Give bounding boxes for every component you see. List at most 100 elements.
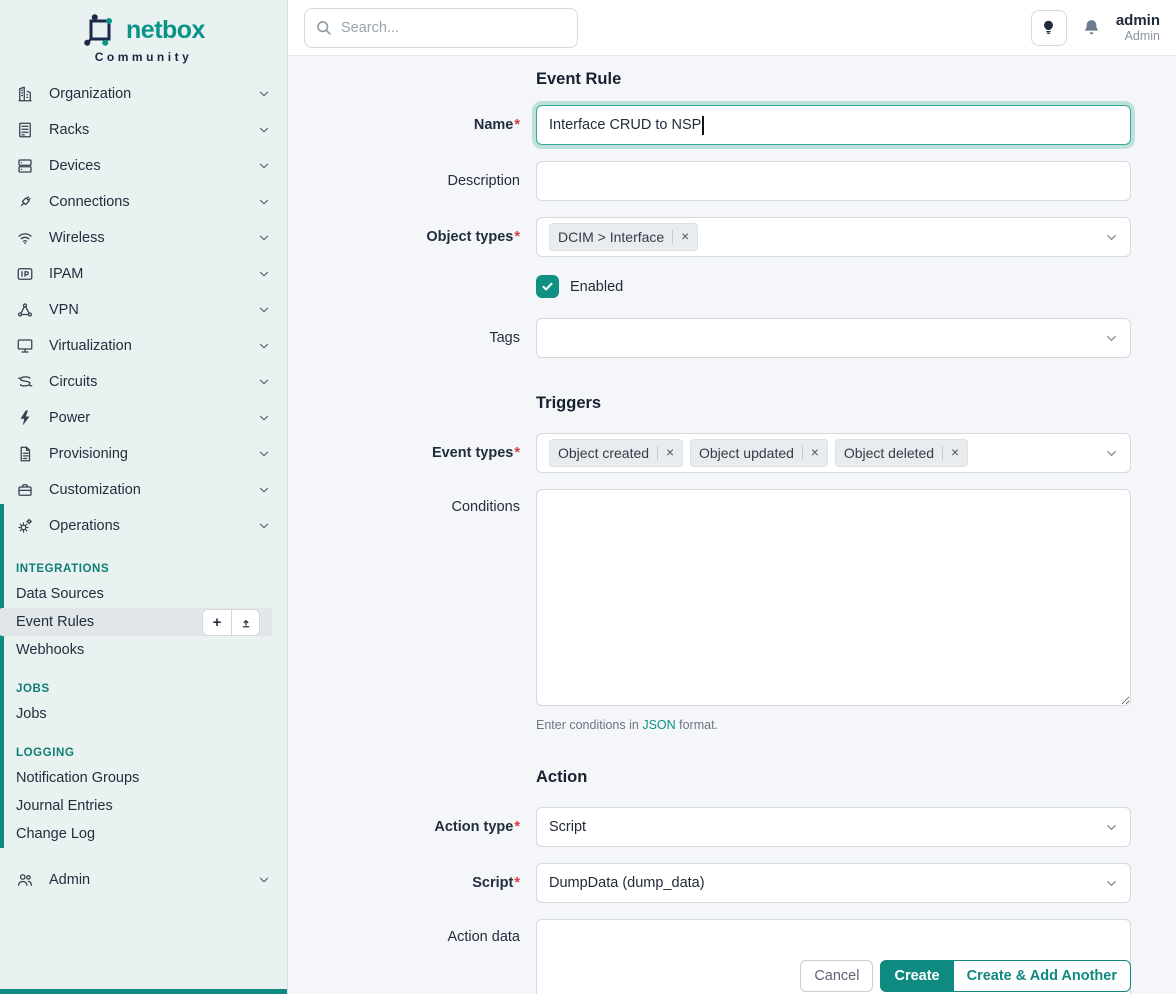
conditions-textarea[interactable] (536, 489, 1131, 706)
plus-icon: + (213, 614, 222, 631)
sub-item-label: Data Sources (16, 586, 104, 602)
remove-tag-icon[interactable]: × (657, 446, 674, 460)
remove-tag-icon[interactable]: × (802, 446, 819, 460)
sub-item-label: Webhooks (16, 642, 84, 658)
conditions-label: Conditions (288, 489, 520, 515)
sidebar-item-webhooks[interactable]: Webhooks (0, 636, 287, 664)
rack-icon (16, 120, 36, 140)
check-icon (540, 279, 555, 294)
cancel-button[interactable]: Cancel (800, 960, 873, 992)
sidebar-item-customization[interactable]: Customization (0, 472, 287, 508)
create-add-another-button[interactable]: Create & Add Another (954, 960, 1131, 992)
sidebar-item-label: VPN (49, 302, 257, 318)
sidebar-item-connections[interactable]: Connections (0, 184, 287, 220)
sidebar-item-change-log[interactable]: Change Log (0, 820, 287, 848)
tags-select[interactable] (536, 318, 1131, 358)
username: admin (1116, 12, 1160, 29)
user-menu[interactable]: admin Admin (1116, 12, 1160, 44)
remove-tag-icon[interactable]: × (672, 230, 689, 244)
section-header-jobs: JOBS (0, 678, 287, 700)
search-icon (314, 18, 333, 37)
enabled-checkbox[interactable] (536, 275, 559, 298)
chevron-down-icon (257, 159, 271, 173)
global-search (304, 8, 578, 48)
script-value: DumpData (dump_data) (549, 875, 705, 891)
sidebar-item-power[interactable]: Power (0, 400, 287, 436)
sidebar-item-event-rules[interactable]: Event Rules + (0, 608, 272, 636)
description-input[interactable] (536, 161, 1131, 201)
script-select[interactable]: DumpData (dump_data) (536, 863, 1131, 903)
chevron-down-icon (257, 339, 271, 353)
upload-icon (239, 616, 253, 630)
sidebar-item-wireless[interactable]: Wireless (0, 220, 287, 256)
sidebar-item-admin[interactable]: Admin (0, 862, 287, 898)
selected-tag: Object deleted × (835, 439, 968, 467)
chevron-down-icon (1104, 230, 1119, 245)
sidebar-item-label: IPAM (49, 266, 257, 282)
ip-card-icon (16, 264, 36, 284)
sidebar-item-label: Admin (49, 872, 257, 888)
notifications-bell-icon[interactable] (1081, 17, 1102, 38)
sidebar-item-devices[interactable]: Devices (0, 148, 287, 184)
topbar: admin Admin (288, 0, 1176, 56)
chevron-down-icon (1104, 446, 1119, 461)
network-nodes-icon (16, 300, 36, 320)
event-types-select[interactable]: Object created × Object updated × Object… (536, 433, 1131, 473)
sidebar-item-journal-entries[interactable]: Journal Entries (0, 792, 287, 820)
name-input-value: Interface CRUD to NSP (549, 117, 701, 133)
sidebar-item-vpn[interactable]: VPN (0, 292, 287, 328)
sidebar-item-ipam[interactable]: IPAM (0, 256, 287, 292)
action-type-label: Action type* (288, 819, 520, 835)
required-marker: * (514, 229, 520, 245)
remove-tag-icon[interactable]: × (942, 446, 959, 460)
sidebar-item-jobs[interactable]: Jobs (0, 700, 287, 728)
required-marker: * (514, 445, 520, 461)
tag-label: Object created (558, 445, 649, 461)
app-window: netbox Community Organization Racks Devi… (0, 0, 1176, 994)
chevron-down-icon (1104, 331, 1119, 346)
sidebar-item-label: Organization (49, 86, 257, 102)
required-marker: * (514, 117, 520, 133)
json-docs-link[interactable]: JSON (642, 718, 675, 732)
name-input[interactable]: Interface CRUD to NSP (536, 105, 1131, 145)
section-heading-event-rule: Event Rule (536, 70, 1176, 89)
sidebar-item-label: Operations (49, 518, 257, 534)
chevron-down-icon (257, 267, 271, 281)
sidebar-item-operations[interactable]: Operations (0, 508, 287, 544)
sidebar-item-racks[interactable]: Racks (0, 112, 287, 148)
sidebar-item-data-sources[interactable]: Data Sources (0, 580, 287, 608)
action-data-label: Action data (288, 919, 520, 945)
search-input[interactable] (304, 8, 578, 48)
circuit-icon (16, 372, 36, 392)
topbar-right: admin Admin (1031, 10, 1160, 46)
add-event-rule-button[interactable]: + (203, 610, 231, 635)
sidebar-item-label: Racks (49, 122, 257, 138)
sidebar-item-label: Wireless (49, 230, 257, 246)
chevron-down-icon (257, 447, 271, 461)
sidebar-item-organization[interactable]: Organization (0, 76, 287, 112)
chevron-down-icon (257, 411, 271, 425)
plug-icon (16, 192, 36, 212)
object-types-select[interactable]: DCIM > Interface × (536, 217, 1131, 257)
section-header-integrations: INTEGRATIONS (0, 558, 287, 580)
tag-label: Object updated (699, 445, 794, 461)
netbox-logo[interactable]: netbox (0, 0, 287, 48)
server-icon (16, 156, 36, 176)
sidebar-item-provisioning[interactable]: Provisioning (0, 436, 287, 472)
sidebar-item-notification-groups[interactable]: Notification Groups (0, 764, 287, 792)
netbox-logo-icon (82, 12, 118, 48)
chevron-down-icon (257, 123, 271, 137)
sidebar-item-circuits[interactable]: Circuits (0, 364, 287, 400)
form-content: Event Rule Name* Interface CRUD to NSP D… (288, 56, 1176, 994)
chevron-down-icon (257, 873, 271, 887)
event-types-label: Event types* (288, 445, 520, 461)
chevron-down-icon (257, 483, 271, 497)
operations-submenu: INTEGRATIONS Data Sources Event Rules + … (0, 544, 287, 848)
sidebar-item-virtualization[interactable]: Virtualization (0, 328, 287, 364)
section-header-logging: LOGGING (0, 742, 287, 764)
theme-toggle-button[interactable] (1031, 10, 1067, 46)
action-type-select[interactable]: Script (536, 807, 1131, 847)
import-event-rule-button[interactable] (231, 610, 259, 635)
create-button[interactable]: Create (880, 960, 953, 992)
tag-label: Object deleted (844, 445, 934, 461)
